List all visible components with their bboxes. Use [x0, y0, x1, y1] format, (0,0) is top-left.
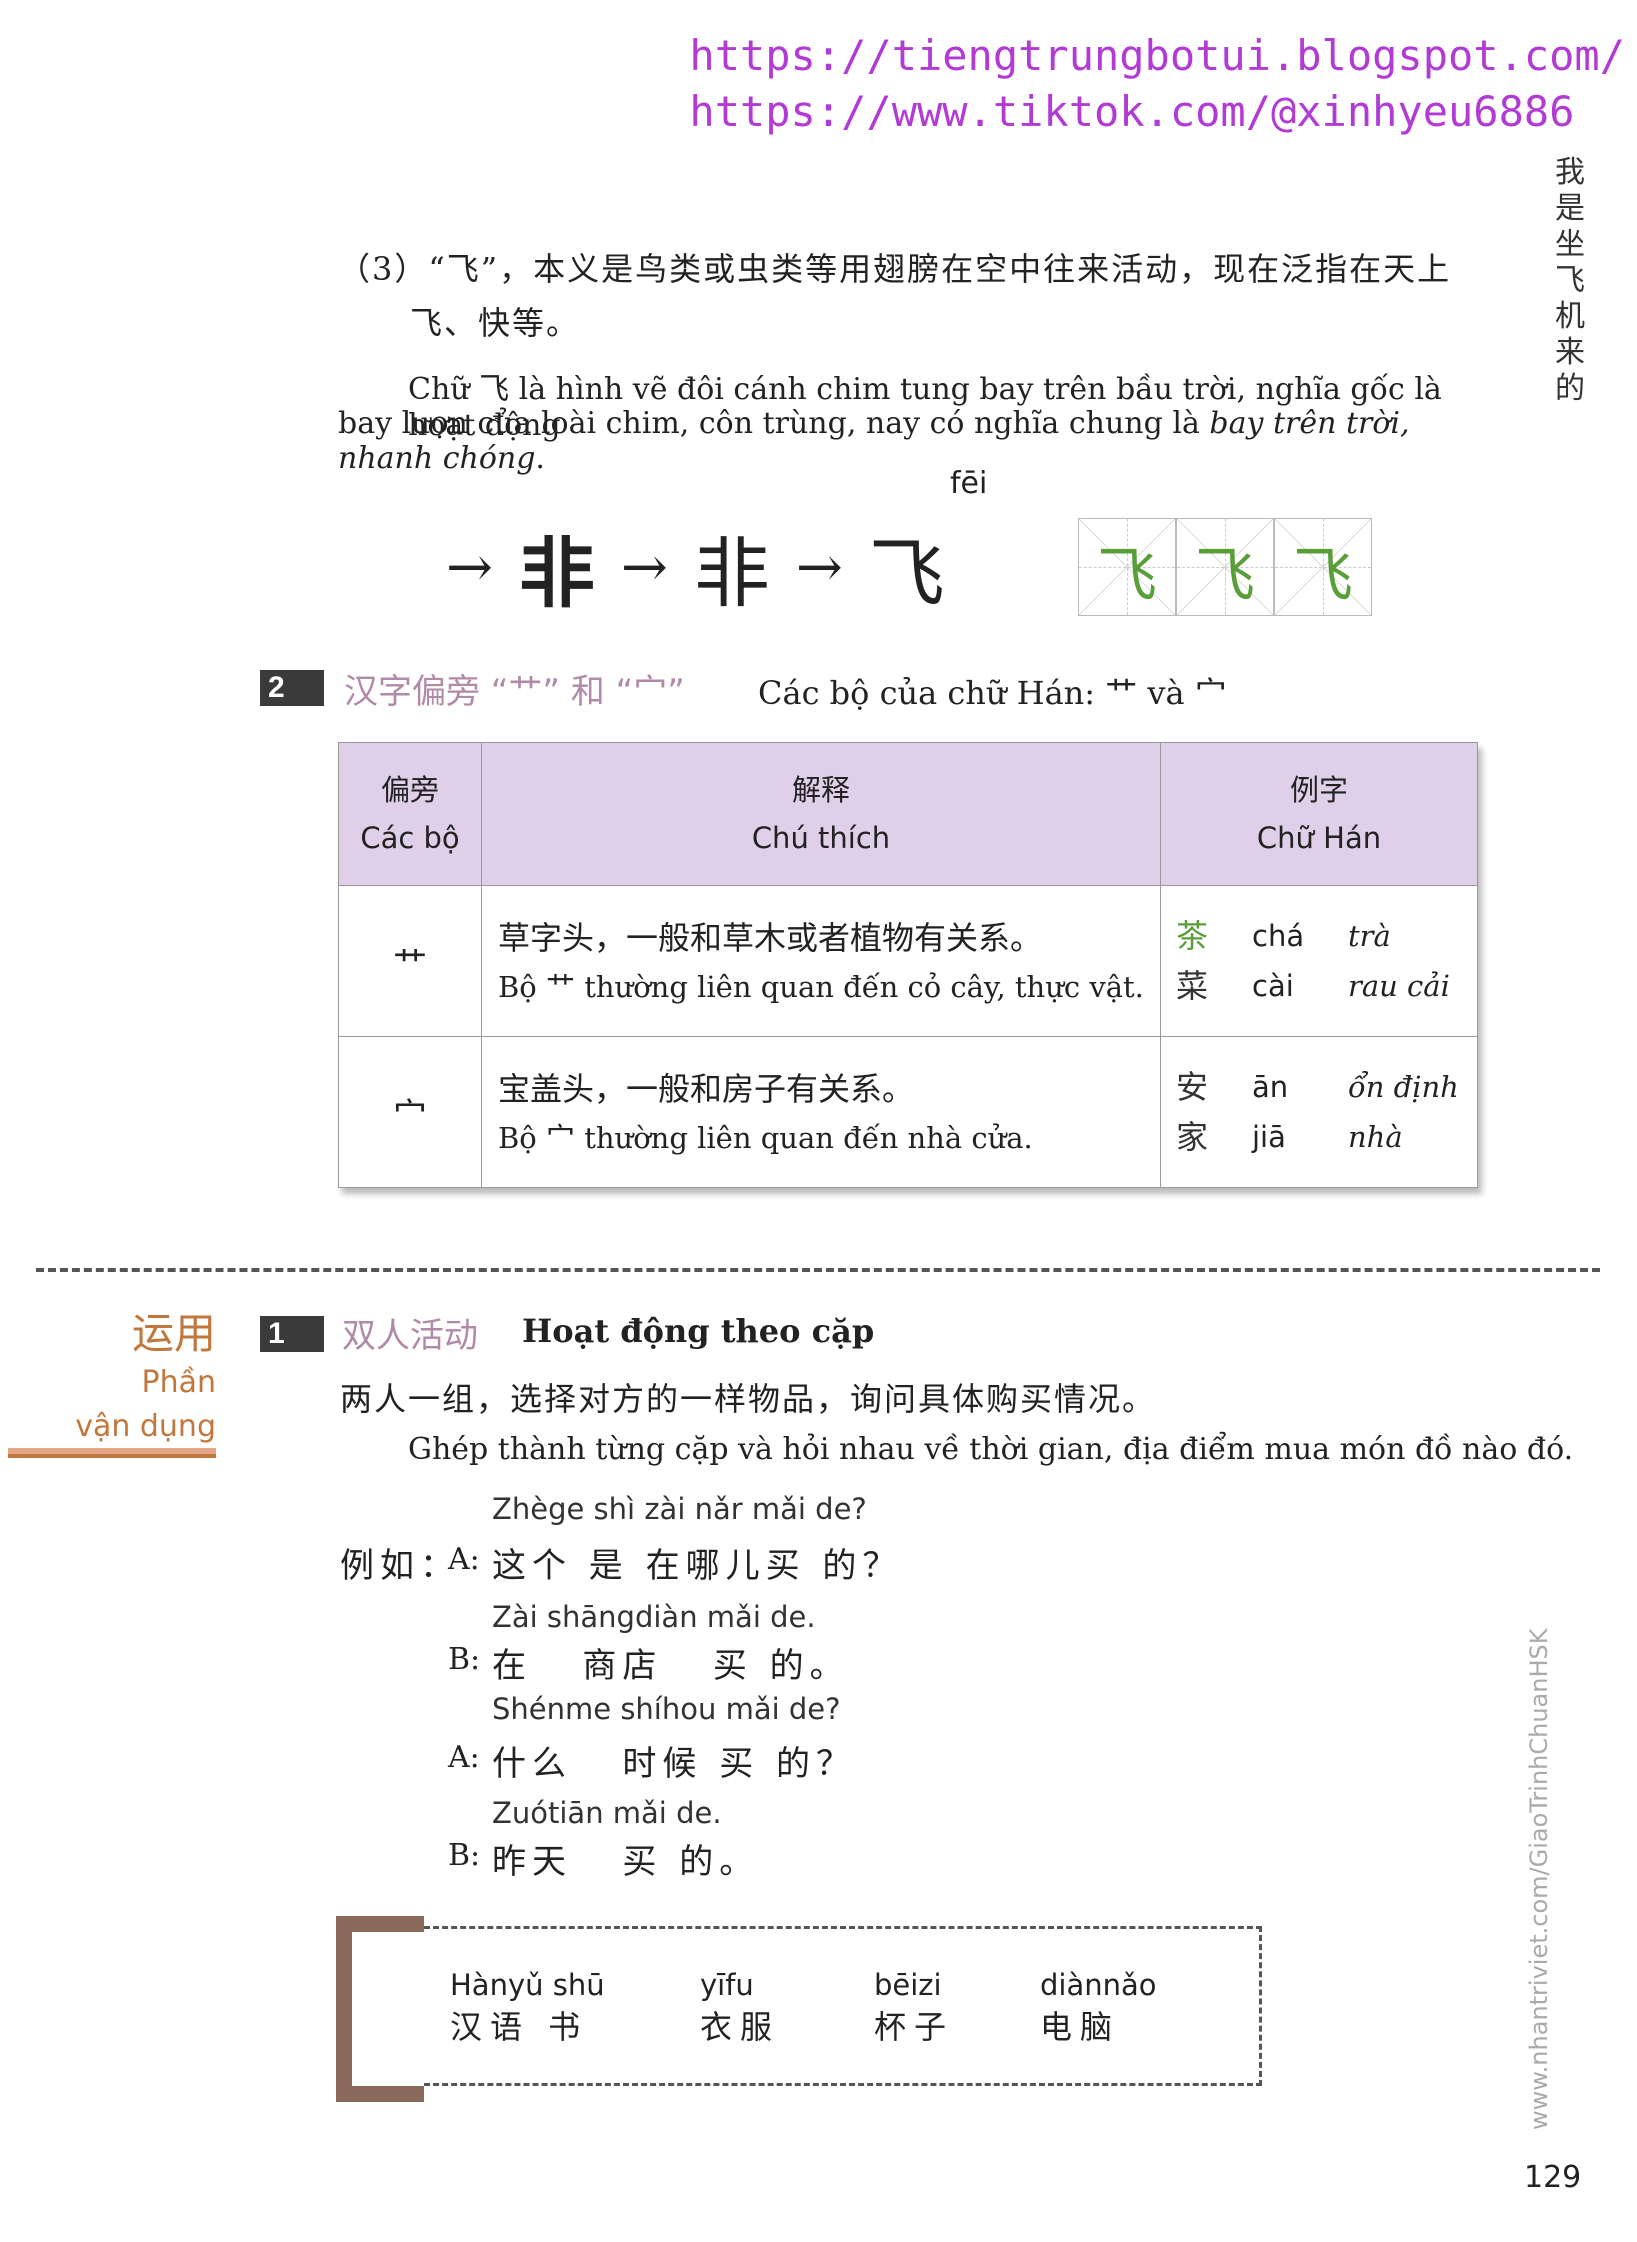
page-number: 129 — [1524, 2160, 1581, 2195]
speaker-label: A: — [448, 1740, 480, 1775]
fei-pinyin: fēi — [950, 466, 987, 501]
apply-underline — [8, 1448, 216, 1458]
dialogue-line: 在 商店 买 的。 — [492, 1638, 850, 1687]
arrow-icon: → — [446, 535, 493, 600]
table-row: 艹 草字头，一般和草木或者植物有关系。 Bộ 艹 thường liên qua… — [339, 886, 1478, 1037]
vocab-word: bēizi 杯子 — [874, 1968, 954, 2048]
character-evolution: 𠃧 → 非 → 非 → 飞 — [420, 512, 945, 622]
dialogue-pinyin: Shénme shíhou mǎi de? — [492, 1692, 841, 1726]
col-header-explanation: 解释 Chú thích — [482, 743, 1161, 886]
intro-zh-line2: 飞、快等。 — [410, 298, 580, 344]
apply-vi-1: Phần — [20, 1361, 216, 1405]
side-title: 我是坐飞机来的 — [1550, 155, 1590, 407]
apply-label: 运用 Phần vận dụng — [20, 1300, 216, 1449]
practice-grid-1: 飞 — [1078, 518, 1176, 616]
dialogue-line: 什么 时候 买 的？ — [492, 1736, 856, 1785]
instruction-zh: 两人一组，选择对方的一样物品，询问具体购买情况。 — [340, 1374, 1156, 1420]
header-urls: https://tiengtrungbotui.blogspot.com/ ht… — [689, 28, 1625, 140]
example-item: 茶 chá trà — [1162, 911, 1476, 961]
modern-glyph: 飞 — [869, 512, 945, 622]
apply-zh: 运用 — [20, 1300, 216, 1361]
arrow-icon: → — [621, 535, 668, 600]
table-header-row: 偏旁 Các bộ 解释 Chú thích 例字 Chữ Hán — [339, 743, 1478, 886]
intro-zh-line1: （3）“飞”，本义是鸟类或虫类等用翅膀在空中往来活动，现在泛指在天上 — [338, 244, 1498, 290]
section-number: 1 — [260, 1316, 324, 1352]
ancient-glyph-3: 非 — [694, 512, 770, 622]
blog-link[interactable]: https://tiengtrungbotui.blogspot.com/ — [689, 28, 1625, 84]
practice-grid-2: 飞 — [1176, 518, 1274, 616]
dialogue-line: 这个 是 在哪儿买 的？ — [492, 1538, 902, 1587]
table-row: 宀 宝盖头，一般和房子有关系。 Bộ 宀 thường liên quan đế… — [339, 1037, 1478, 1188]
radical-cell: 宀 — [339, 1037, 482, 1188]
vocab-word: yīfu 衣服 — [700, 1968, 780, 2048]
explanation-cell: 宝盖头，一般和房子有关系。 Bộ 宀 thường liên quan đến … — [482, 1037, 1161, 1188]
examples-cell: 茶 chá trà 菜 cài rau cải — [1161, 886, 1478, 1037]
col-header-radical: 偏旁 Các bộ — [339, 743, 482, 886]
radical-cell: 艹 — [339, 886, 482, 1037]
arrow-icon: → — [796, 535, 843, 600]
speaker-label: A: — [448, 1542, 480, 1577]
section-title-zh: 双人活动 — [342, 1308, 478, 1357]
col-header-examples: 例字 Chữ Hán — [1161, 743, 1478, 886]
speaker-label: B: — [448, 1642, 480, 1677]
section-number: 2 — [260, 670, 324, 706]
section-divider — [36, 1268, 1600, 1272]
section-title-zh: 汉字偏旁 “艹” 和 “宀” — [344, 664, 685, 713]
example-item: 菜 cài rau cải — [1162, 961, 1476, 1011]
ancient-glyph-2: 非 — [519, 512, 595, 622]
radical-table: 偏旁 Các bộ 解释 Chú thích 例字 Chữ Hán 艹 草字头，一般和… — [338, 742, 1478, 1188]
tiktok-link[interactable]: https://www.tiktok.com/@xinhyeu6886 — [689, 84, 1625, 140]
speaker-label: B: — [448, 1838, 480, 1873]
section-title-vi: Hoạt động theo cặp — [522, 1312, 874, 1350]
bracket-decoration — [336, 1916, 424, 2102]
instruction-vi: Ghép thành từng cặp và hỏi nhau về thời … — [408, 1432, 1573, 1467]
vocab-word: diànnǎo 电脑 — [1040, 1968, 1157, 2048]
example-item: 家 jiā nhà — [1162, 1112, 1476, 1162]
explanation-cell: 草字头，一般和草木或者植物有关系。 Bộ 艹 thường liên quan … — [482, 886, 1161, 1037]
intro-vi-line2: bay lượn của loài chim, côn trùng, nay c… — [338, 406, 1498, 476]
examples-cell: 安 ān ổn định 家 jiā nhà — [1161, 1037, 1478, 1188]
apply-vi-2: vận dụng — [20, 1405, 216, 1449]
side-watermark: www.nhantriviet.com/GiaoTrinhChuanHSK — [1525, 1629, 1553, 2130]
section-title-vi: Các bộ của chữ Hán: 艹 và 宀 — [758, 668, 1227, 714]
example-item: 安 ān ổn định — [1162, 1062, 1476, 1112]
dialogue-pinyin: Zhège shì zài nǎr mǎi de? — [492, 1492, 867, 1526]
dialogue-pinyin: Zuótiān mǎi de. — [492, 1796, 722, 1830]
practice-grid-3: 飞 — [1274, 518, 1372, 616]
example-lead: 例如： — [340, 1538, 460, 1587]
vocab-word: Hànyǔ shū 汉语 书 — [450, 1968, 605, 2048]
dialogue-line: 昨天 买 的。 — [492, 1834, 759, 1883]
dialogue-pinyin: Zài shāngdiàn mǎi de. — [492, 1600, 816, 1634]
